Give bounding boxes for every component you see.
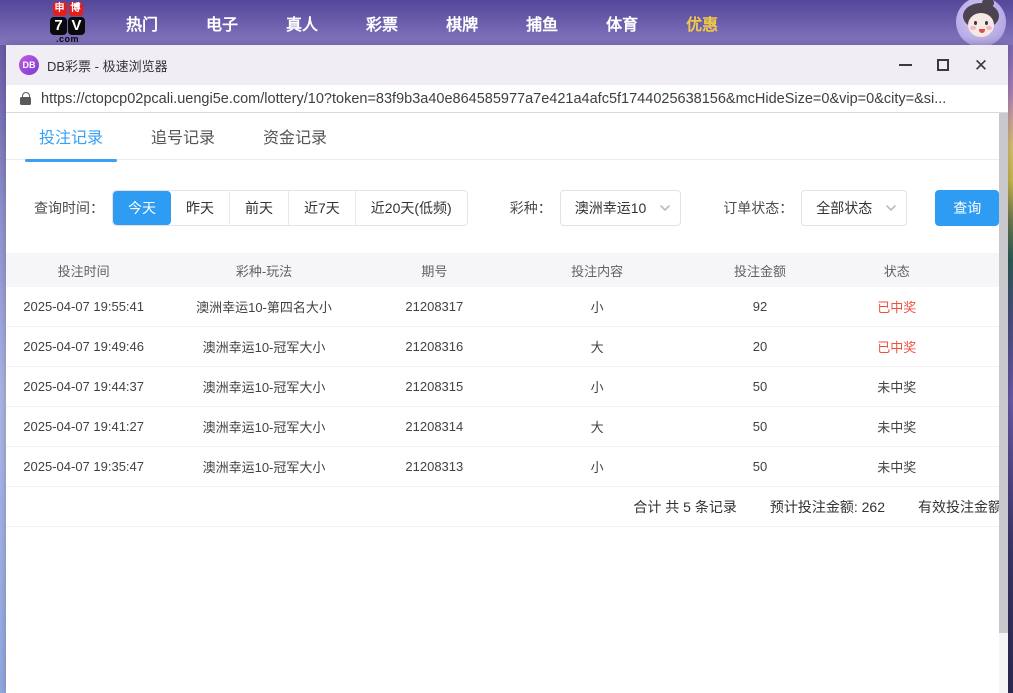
- page-scrollbar[interactable]: [999, 113, 1008, 693]
- status-badge: 未中奖: [828, 377, 966, 396]
- status-badge: 已中奖: [828, 297, 966, 316]
- minimize-button[interactable]: [886, 50, 924, 80]
- search-button[interactable]: 查询: [935, 190, 999, 226]
- logo-tile-7: 7: [50, 17, 67, 35]
- window-controls: ✕: [886, 50, 1000, 80]
- logo-tile-v: V: [68, 17, 85, 35]
- close-icon: ✕: [974, 57, 988, 74]
- logo-main: 7 V: [50, 17, 85, 35]
- minimize-icon: [899, 64, 912, 66]
- lock-icon: [20, 92, 31, 106]
- lottery-filter-label: 彩种：: [510, 198, 552, 218]
- site-logo[interactable]: 申 博 7 V .com: [50, 2, 85, 44]
- nav-item-hot[interactable]: 热门: [112, 11, 172, 35]
- screen: 申 博 7 V .com 热门 电子 真人 彩票 棋牌 捕鱼 体育 优惠: [0, 0, 1013, 693]
- nav-item-chess[interactable]: 棋牌: [432, 11, 492, 35]
- col-status: 状态: [828, 261, 966, 280]
- nav-item-lottery[interactable]: 彩票: [352, 11, 412, 35]
- site-topbar: 申 博 7 V .com 热门 电子 真人 彩票 棋牌 捕鱼 体育 优惠: [0, 0, 1013, 45]
- order-status-value: 全部状态: [816, 198, 872, 218]
- time-option-yesterday[interactable]: 昨天: [171, 191, 229, 225]
- user-avatar[interactable]: [956, 0, 1006, 45]
- status-badge: 未中奖: [828, 457, 966, 476]
- table-row[interactable]: 2025-04-07 19:55:41 澳洲幸运10-第四名大小 2120831…: [6, 287, 1008, 327]
- summary-total-count: 合计 共 5 条记录: [633, 497, 736, 517]
- browser-window: DB DB彩票 - 极速浏览器 ✕ https://ctopcp02pcali.…: [6, 45, 1008, 693]
- time-option-7days[interactable]: 近7天: [288, 191, 355, 225]
- nav-item-promo[interactable]: 优惠: [672, 11, 732, 35]
- page-content: 投注记录 追号记录 资金记录 查询时间： 今天 昨天 前天 近7天 近20天(低…: [6, 113, 1008, 693]
- avatar-face: [968, 13, 994, 37]
- bet-records-table: 投注时间 彩种-玩法 期号 投注内容 投注金额 状态 2025-04-07 19…: [6, 253, 1008, 527]
- nav-item-live[interactable]: 真人: [272, 11, 332, 35]
- status-filter-label: 订单状态：: [723, 198, 793, 218]
- order-status-select[interactable]: 全部状态: [801, 190, 907, 226]
- nav-item-slots[interactable]: 电子: [192, 11, 252, 35]
- col-bet-time: 投注时间: [6, 261, 161, 280]
- url-text[interactable]: https://ctopcp02pcali.uengi5e.com/lotter…: [41, 91, 946, 107]
- close-button[interactable]: ✕: [962, 50, 1000, 80]
- nav-item-sports[interactable]: 体育: [592, 11, 652, 35]
- col-issue: 期号: [367, 261, 502, 280]
- tab-chase-records[interactable]: 追号记录: [137, 113, 229, 161]
- table-row[interactable]: 2025-04-07 19:41:27 澳洲幸运10-冠军大小 21208314…: [6, 407, 1008, 447]
- tab-bet-records[interactable]: 投注记录: [25, 113, 117, 161]
- col-bet-amount: 投注金额: [692, 261, 827, 280]
- scrollbar-thumb[interactable]: [999, 113, 1008, 633]
- chevron-down-icon: [886, 205, 896, 211]
- filter-bar: 查询时间： 今天 昨天 前天 近7天 近20天(低频) 彩种： 澳洲幸运10 订…: [34, 190, 1008, 226]
- status-badge: 未中奖: [828, 417, 966, 436]
- time-option-20days[interactable]: 近20天(低频): [355, 191, 467, 225]
- logo-badges: 申 博: [53, 2, 83, 16]
- nav-item-fishing[interactable]: 捕鱼: [512, 11, 572, 35]
- table-row[interactable]: 2025-04-07 19:44:37 澳洲幸运10-冠军大小 21208315…: [6, 367, 1008, 407]
- app-icon: DB: [19, 55, 39, 75]
- time-range-group: 今天 昨天 前天 近7天 近20天(低频): [112, 190, 468, 226]
- table-row[interactable]: 2025-04-07 19:35:47 澳洲幸运10-冠军大小 21208313…: [6, 447, 1008, 487]
- url-bar[interactable]: https://ctopcp02pcali.uengi5e.com/lotter…: [6, 85, 1008, 113]
- lottery-select[interactable]: 澳洲幸运10: [560, 190, 682, 226]
- col-bet-content: 投注内容: [502, 261, 692, 280]
- time-filter-label: 查询时间：: [34, 198, 104, 218]
- table-row[interactable]: 2025-04-07 19:49:46 澳洲幸运10-冠军大小 21208316…: [6, 327, 1008, 367]
- chevron-down-icon: [660, 205, 670, 211]
- summary-valid-amount: 有效投注金额: [918, 497, 1002, 517]
- time-option-day-before[interactable]: 前天: [229, 191, 288, 225]
- lottery-select-value: 澳洲幸运10: [575, 198, 647, 218]
- maximize-icon: [937, 59, 949, 71]
- desktop-edge-right: [1008, 45, 1013, 693]
- status-badge: 已中奖: [828, 337, 966, 356]
- time-option-today[interactable]: 今天: [113, 191, 171, 225]
- record-tabs: 投注记录 追号记录 资金记录: [6, 113, 1008, 160]
- site-nav: 热门 电子 真人 彩票 棋牌 捕鱼 体育 优惠: [112, 11, 752, 35]
- tab-fund-records[interactable]: 资金记录: [249, 113, 341, 161]
- logo-badge-2: 博: [69, 2, 83, 16]
- col-game-play: 彩种-玩法: [161, 261, 366, 280]
- window-title: DB彩票 - 极速浏览器: [47, 56, 168, 75]
- summary-expected-amount: 预计投注金额: 262: [770, 497, 885, 517]
- maximize-button[interactable]: [924, 50, 962, 80]
- logo-badge-1: 申: [53, 2, 67, 16]
- table-summary: 合计 共 5 条记录 预计投注金额: 262 有效投注金额: [6, 487, 1008, 527]
- window-titlebar[interactable]: DB DB彩票 - 极速浏览器 ✕: [6, 45, 1008, 85]
- logo-com-suffix: .com: [56, 35, 79, 44]
- table-header: 投注时间 彩种-玩法 期号 投注内容 投注金额 状态: [6, 253, 1008, 287]
